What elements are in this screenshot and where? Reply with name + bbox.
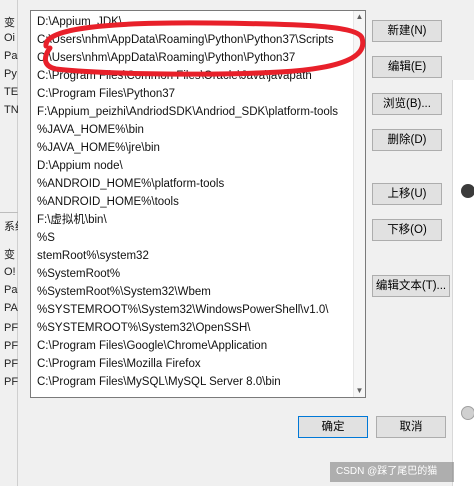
edit-environment-variable-dialog: D:\Appium_JDK\ C:\Users\nhm\AppData\Roam… xyxy=(18,0,452,486)
list-item[interactable]: C:\Program Files\Google\Chrome\Applicati… xyxy=(37,337,267,355)
list-item[interactable]: D:\Appium node\ xyxy=(37,157,123,175)
delete-button[interactable]: 删除(D) xyxy=(372,129,442,151)
scroll-up-arrow-icon[interactable]: ▲ xyxy=(354,11,365,23)
list-item[interactable]: %JAVA_HOME%\jre\bin xyxy=(37,139,160,157)
list-item[interactable]: %S xyxy=(37,229,55,247)
edit-text-button[interactable]: 编辑文本(T)... xyxy=(372,275,450,297)
list-item[interactable]: %SYSTEMROOT%\System32\WindowsPowerShell\… xyxy=(37,301,328,319)
list-item[interactable]: C:\Program Files\Python37 xyxy=(37,85,175,103)
background-window-left: 变 Oi Pa Py TE TN 系统 变 O! Pa PA PF PF PF … xyxy=(0,0,20,486)
list-item[interactable]: C:\Program Files\MySQL\MySQL Server 8.0\… xyxy=(37,373,281,391)
list-item[interactable]: C:\Program Files\Common Files\Oracle\Jav… xyxy=(37,67,312,85)
edit-button[interactable]: 编辑(E) xyxy=(372,56,442,78)
new-button[interactable]: 新建(N) xyxy=(372,20,442,42)
scroll-down-arrow-icon[interactable]: ▼ xyxy=(354,385,365,397)
move-up-button[interactable]: 上移(U) xyxy=(372,183,442,205)
vertical-scrollbar[interactable]: ▲ ▼ xyxy=(353,11,365,397)
list-item[interactable]: D:\Appium_JDK\ xyxy=(37,13,122,31)
move-down-button[interactable]: 下移(O) xyxy=(372,219,442,241)
list-item[interactable]: C:\Users\nhm\AppData\Roaming\Python\Pyth… xyxy=(37,31,334,49)
cancel-button[interactable]: 取消 xyxy=(376,416,446,438)
watermark: CSDN @踩了尾巴的猫 xyxy=(330,462,454,482)
list-item[interactable]: F:\虚拟机\bin\ xyxy=(37,211,107,229)
list-item[interactable]: %SystemRoot% xyxy=(37,265,120,283)
list-item[interactable]: %SYSTEMROOT%\System32\OpenSSH\ xyxy=(37,319,250,337)
list-item[interactable]: stemRoot%\system32 xyxy=(37,247,149,265)
list-item[interactable]: %ANDROID_HOME%\platform-tools xyxy=(37,175,224,193)
list-item[interactable]: C:\Program Files\Mozilla Firefox xyxy=(37,355,201,373)
path-list[interactable]: D:\Appium_JDK\ C:\Users\nhm\AppData\Roam… xyxy=(30,10,366,398)
list-item[interactable]: %JAVA_HOME%\bin xyxy=(37,121,144,139)
list-item[interactable]: F:\Appium_peizhi\AndriodSDK\Andriod_SDK\… xyxy=(37,103,338,121)
browse-button[interactable]: 浏览(B)... xyxy=(372,93,442,115)
list-item[interactable]: %SystemRoot%\System32\Wbem xyxy=(37,283,211,301)
chat-icon xyxy=(461,406,474,420)
background-window-right xyxy=(452,80,474,486)
ok-button[interactable]: 确定 xyxy=(298,416,368,438)
bg-divider xyxy=(0,212,18,213)
avatar-icon xyxy=(461,184,474,198)
list-item[interactable]: %ANDROID_HOME%\tools xyxy=(37,193,179,211)
list-item[interactable]: C:\Users\nhm\AppData\Roaming\Python\Pyth… xyxy=(37,49,295,67)
